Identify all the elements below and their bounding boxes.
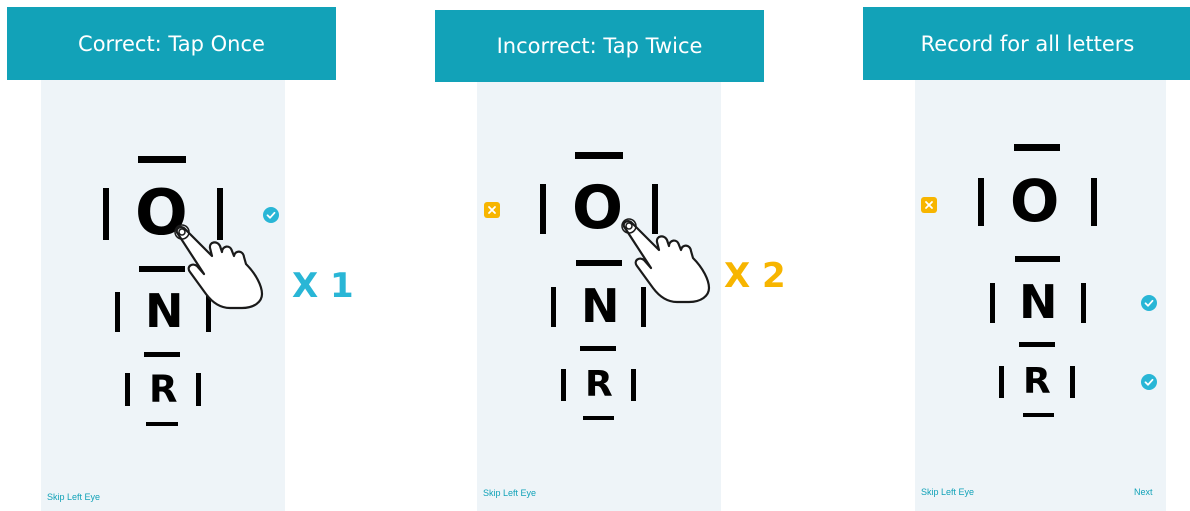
banner-title: Correct: Tap Once [78, 31, 265, 56]
chart-letter[interactable]: N [1019, 279, 1058, 325]
chart-letter[interactable]: R [149, 371, 178, 408]
letter-crowding-bar [631, 369, 636, 401]
letter-crowding-bar [561, 369, 566, 401]
letter-crowding-bar [146, 422, 178, 426]
letter-crowding-bar [1091, 178, 1097, 226]
tap-count-label: X 1 [292, 266, 354, 306]
letter-crowding-bar [138, 156, 186, 163]
chart-letter[interactable]: R [1023, 364, 1051, 400]
letter-crowding-bar [575, 152, 623, 159]
check-icon[interactable] [1141, 295, 1157, 311]
skip-left-eye-link[interactable]: Skip Left Eye [921, 487, 974, 497]
banner-correct: Correct: Tap Once [7, 7, 336, 80]
phone-screen: O N R Skip Left Eye Next [915, 80, 1166, 511]
letter-crowding-bar [103, 188, 109, 240]
chart-letter[interactable]: N [581, 283, 620, 329]
letter-crowding-bar [990, 283, 995, 323]
letter-crowding-bar [144, 352, 180, 357]
letter-crowding-bar [583, 416, 614, 420]
letter-crowding-bar [540, 184, 546, 234]
letter-crowding-bar [1014, 144, 1060, 151]
skip-left-eye-link[interactable]: Skip Left Eye [47, 492, 100, 502]
tap-count-label: X 2 [724, 256, 786, 296]
letter-crowding-bar [1081, 283, 1086, 323]
chart-letter[interactable]: R [585, 367, 613, 403]
x-icon[interactable] [484, 202, 500, 218]
check-icon[interactable] [1141, 374, 1157, 390]
banner-title: Record for all letters [920, 31, 1135, 56]
tap-hand-icon [174, 224, 264, 310]
letter-crowding-bar [1019, 342, 1055, 347]
letter-crowding-bar [1023, 413, 1054, 417]
letter-crowding-bar [1015, 256, 1060, 262]
letter-crowding-bar [1070, 366, 1075, 398]
banner-record: Record for all letters [863, 7, 1190, 80]
banner-incorrect: Incorrect: Tap Twice [435, 10, 764, 82]
letter-crowding-bar [551, 287, 556, 327]
skip-left-eye-link[interactable]: Skip Left Eye [483, 488, 536, 498]
check-icon[interactable] [263, 207, 279, 223]
banner-title: Incorrect: Tap Twice [496, 34, 703, 58]
tap-hand-icon [621, 218, 711, 304]
letter-crowding-bar [125, 373, 130, 406]
x-icon[interactable] [921, 197, 937, 213]
letter-crowding-bar [576, 260, 622, 266]
letter-crowding-bar [115, 292, 120, 332]
letter-crowding-bar [978, 178, 984, 226]
letter-crowding-bar [580, 346, 616, 351]
chart-letter[interactable]: O [1010, 172, 1059, 230]
chart-letter[interactable]: O [572, 178, 623, 238]
next-button[interactable]: Next [1134, 487, 1153, 497]
letter-crowding-bar [196, 373, 201, 406]
letter-crowding-bar [999, 366, 1004, 398]
